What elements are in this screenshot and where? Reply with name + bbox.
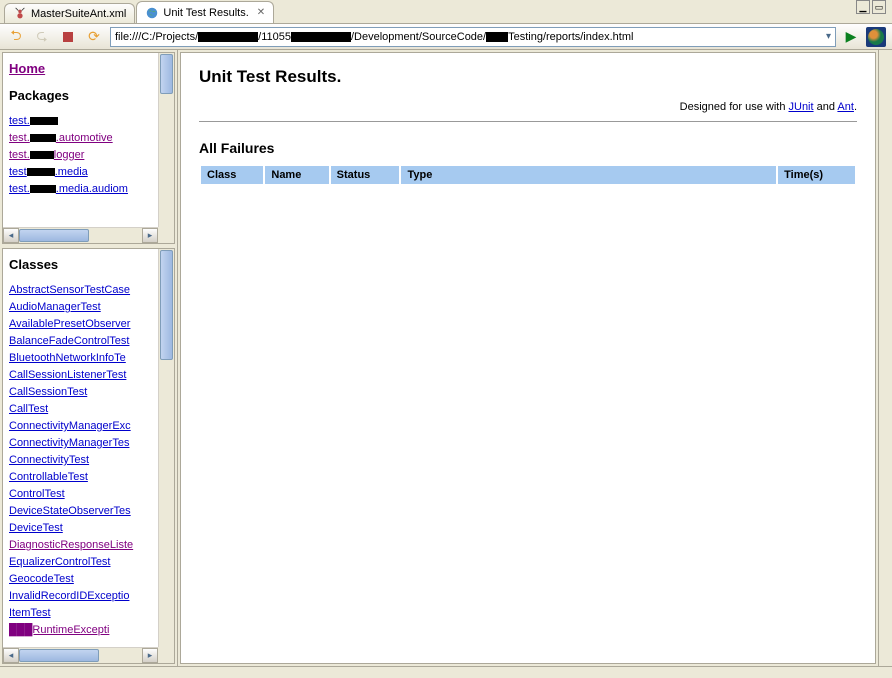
main-content[interactable]: Unit Test Results. Designed for use with… bbox=[180, 52, 876, 664]
right-gutter bbox=[878, 50, 892, 666]
class-link[interactable]: GeocodeTest bbox=[9, 571, 152, 588]
col-class: Class bbox=[201, 166, 263, 184]
back-button[interactable]: ⮌ bbox=[6, 27, 26, 47]
maximize-button[interactable]: ▭ bbox=[872, 0, 886, 14]
class-link[interactable]: ItemTest bbox=[9, 605, 152, 622]
class-link[interactable]: EqualizerControlTest bbox=[9, 554, 152, 571]
class-link[interactable]: CallSessionListenerTest bbox=[9, 367, 152, 384]
open-browser-button[interactable] bbox=[866, 27, 886, 47]
scroll-right-button[interactable]: ▸ bbox=[142, 228, 158, 243]
refresh-icon: ⟳ bbox=[88, 28, 100, 45]
class-link[interactable]: ConnectivityManagerExc bbox=[9, 418, 152, 435]
package-link[interactable]: test..automotive bbox=[9, 130, 152, 147]
play-icon: ▶ bbox=[846, 28, 857, 45]
class-link[interactable]: InvalidRecordIDExceptio bbox=[9, 588, 152, 605]
class-link[interactable]: ConnectivityTest bbox=[9, 452, 152, 469]
close-icon[interactable]: ✕ bbox=[257, 7, 265, 18]
browser-toolbar: ⮌ ⮎ ⟳ file:///C:/Projects//11055/Develop… bbox=[0, 24, 892, 50]
col-time: Time(s) bbox=[778, 166, 855, 184]
class-link[interactable]: ConnectivityManagerTes bbox=[9, 435, 152, 452]
pane-controls: ▁ ▭ bbox=[856, 0, 886, 14]
forward-button[interactable]: ⮎ bbox=[32, 27, 52, 47]
col-name: Name bbox=[265, 166, 328, 184]
scroll-left-button[interactable]: ◂ bbox=[3, 228, 19, 243]
class-link[interactable]: AbstractSensorTestCase bbox=[9, 282, 152, 299]
address-dropdown-icon[interactable]: ▾ bbox=[826, 31, 831, 42]
classes-heading: Classes bbox=[9, 257, 152, 272]
scroll-left-button[interactable]: ◂ bbox=[3, 648, 19, 663]
scroll-right-button[interactable]: ▸ bbox=[142, 648, 158, 663]
class-link[interactable]: DeviceStateObserverTes bbox=[9, 503, 152, 520]
home-link[interactable]: Home bbox=[9, 61, 152, 76]
left-column: Home Packages test.test..automotivetest.… bbox=[0, 50, 178, 666]
horizontal-scrollbar[interactable]: ◂ ▸ bbox=[3, 647, 158, 663]
class-link[interactable]: BluetoothNetworkInfoTe bbox=[9, 350, 152, 367]
vertical-scrollbar[interactable] bbox=[158, 53, 174, 227]
package-link[interactable]: test.logger bbox=[9, 147, 152, 164]
packages-heading: Packages bbox=[9, 88, 152, 103]
class-link[interactable]: CallSessionTest bbox=[9, 384, 152, 401]
globe-icon bbox=[145, 6, 159, 20]
class-link[interactable]: ControlTest bbox=[9, 486, 152, 503]
refresh-button[interactable]: ⟳ bbox=[84, 27, 104, 47]
class-link[interactable]: BalanceFadeControlTest bbox=[9, 333, 152, 350]
package-link[interactable]: test.media bbox=[9, 164, 152, 181]
col-status: Status bbox=[331, 166, 400, 184]
package-link[interactable]: test..media.audiom bbox=[9, 181, 152, 198]
horizontal-scrollbar[interactable]: ◂ ▸ bbox=[3, 227, 158, 243]
table-header-row: Class Name Status Type Time(s) bbox=[201, 166, 855, 184]
failures-table: Class Name Status Type Time(s) bbox=[199, 164, 857, 186]
col-type: Type bbox=[401, 166, 776, 184]
vertical-scrollbar[interactable] bbox=[158, 249, 174, 647]
address-bar[interactable]: file:///C:/Projects//11055/Development/S… bbox=[110, 27, 836, 47]
class-link[interactable]: DeviceTest bbox=[9, 520, 152, 537]
design-credit: Designed for use with JUnit and Ant. bbox=[199, 101, 857, 113]
content-area: Home Packages test.test..automotivetest.… bbox=[0, 50, 892, 666]
ant-icon bbox=[13, 7, 27, 21]
tab-label: Unit Test Results. bbox=[163, 7, 248, 19]
class-link[interactable]: ███RuntimeExcepti bbox=[9, 622, 152, 639]
class-link[interactable]: CallTest bbox=[9, 401, 152, 418]
ant-link[interactable]: Ant bbox=[837, 101, 854, 113]
tab-label: MasterSuiteAnt.xml bbox=[31, 8, 126, 20]
package-link[interactable]: test. bbox=[9, 113, 152, 130]
arrow-right-icon: ⮎ bbox=[36, 25, 47, 49]
tab-mastersuite[interactable]: MasterSuiteAnt.xml bbox=[4, 3, 135, 23]
class-link[interactable]: ControllableTest bbox=[9, 469, 152, 486]
class-link[interactable]: AvailablePresetObserver bbox=[9, 316, 152, 333]
stop-button[interactable] bbox=[58, 27, 78, 47]
minimize-button[interactable]: ▁ bbox=[856, 0, 870, 14]
go-button[interactable]: ▶ bbox=[842, 28, 860, 46]
class-link[interactable]: AudioManagerTest bbox=[9, 299, 152, 316]
editor-tab-bar: MasterSuiteAnt.xml Unit Test Results. ✕ … bbox=[0, 0, 892, 24]
classes-scroll-area[interactable]: Classes AbstractSensorTestCaseAudioManag… bbox=[3, 249, 158, 647]
packages-scroll-area[interactable]: Home Packages test.test..automotivetest.… bbox=[3, 53, 158, 227]
failures-heading: All Failures bbox=[199, 140, 857, 156]
packages-pane: Home Packages test.test..automotivetest.… bbox=[2, 52, 175, 244]
address-text: file:///C:/Projects//11055/Development/S… bbox=[115, 31, 826, 43]
arrow-left-icon: ⮌ bbox=[10, 25, 21, 49]
classes-pane: Classes AbstractSensorTestCaseAudioManag… bbox=[2, 248, 175, 664]
stop-icon bbox=[63, 32, 73, 42]
footer-gutter bbox=[0, 666, 892, 678]
tab-unit-test-results[interactable]: Unit Test Results. ✕ bbox=[136, 1, 274, 23]
junit-link[interactable]: JUnit bbox=[789, 101, 814, 113]
page-title: Unit Test Results. bbox=[199, 67, 857, 87]
divider bbox=[199, 121, 857, 122]
class-link[interactable]: DiagnosticResponseListe bbox=[9, 537, 152, 554]
